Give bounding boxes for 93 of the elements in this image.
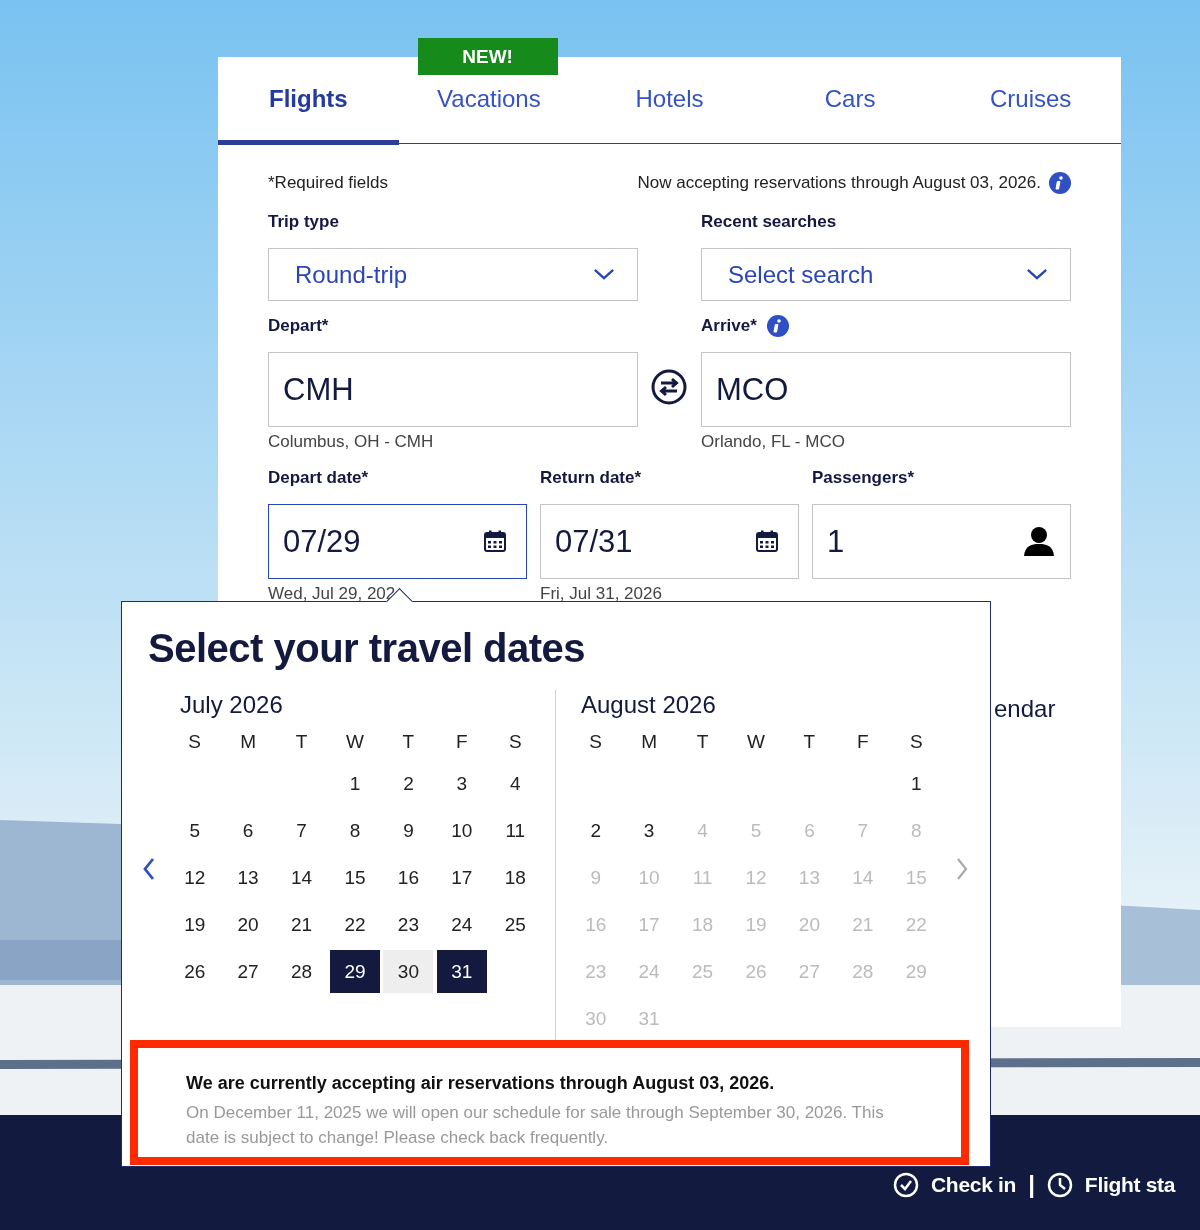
weekday-label: S (507, 730, 523, 753)
field-label: Depart date* (268, 467, 369, 489)
month-title: August 2026 (580, 690, 717, 720)
calendar-day[interactable]: 2 (570, 809, 621, 852)
calendar-day[interactable]: 18 (490, 856, 541, 899)
depart-field[interactable]: CMH (268, 352, 638, 427)
dialog-title: Select your travel dates (148, 625, 587, 672)
calendar-day[interactable]: 5 (169, 809, 220, 852)
weekday-label: W (746, 730, 766, 753)
calendar-day[interactable]: 25 (490, 903, 541, 946)
tab[interactable]: Cruises (940, 76, 1121, 145)
tab[interactable]: Hotels (579, 76, 760, 145)
calendar-day[interactable]: 9 (383, 809, 434, 852)
date-hint: Fri, Jul 31, 2026 (540, 584, 662, 603)
calendar-day[interactable]: 19 (169, 903, 220, 946)
clock-icon (1046, 1172, 1073, 1198)
weekday-label: S (588, 730, 604, 753)
calendar-day[interactable]: 27 (223, 950, 274, 993)
weekday-label: F (455, 730, 469, 753)
calendar-day[interactable]: 4 (490, 762, 541, 805)
calendar-day[interactable]: 13 (223, 856, 274, 899)
calendar-day[interactable]: 8 (330, 809, 380, 852)
weekday-label: W (345, 730, 365, 753)
chevron-down-icon (1026, 268, 1048, 281)
new-badge: NEW! (417, 38, 558, 75)
calendar-day[interactable]: 3 (436, 762, 487, 805)
depart-date-field[interactable]: 07/29 (268, 504, 527, 579)
field-label: Depart* (268, 315, 329, 337)
alert-title: We are currently accepting air reservations through August 03, 2026. (186, 1072, 776, 1095)
calendar-day[interactable]: 7 (276, 809, 327, 852)
month-title: July 2026 (179, 690, 284, 720)
calendar-day[interactable]: 15 (330, 856, 380, 899)
calendar-day[interactable]: 31 (436, 950, 487, 993)
weekday-label: T (401, 730, 416, 753)
info-icon[interactable] (766, 315, 789, 337)
calendar-day[interactable]: 3 (624, 809, 675, 852)
tab[interactable]: Vacations (398, 76, 580, 145)
calendar-day[interactable]: 2 (383, 762, 434, 805)
weekday-label: S (908, 730, 924, 753)
weekday-label: T (294, 730, 309, 753)
footer-link[interactable]: Check in (931, 1173, 1017, 1197)
calendar-day[interactable]: 10 (436, 809, 487, 852)
field-label: Trip type (268, 211, 339, 233)
weekday-label: T (802, 730, 817, 753)
calendar-day[interactable]: 17 (436, 856, 487, 899)
person-icon (1023, 525, 1055, 557)
separator: | (1028, 1170, 1035, 1200)
tab[interactable]: Cars (759, 76, 941, 145)
reservation-notice: Now accepting reservations through August 03, 2026. (637, 173, 1041, 193)
weekday-label: S (187, 730, 203, 753)
trip-type-select[interactable]: Round-trip (268, 248, 638, 301)
calendar-day[interactable]: 12 (169, 856, 220, 899)
swap-icon[interactable] (651, 369, 687, 405)
field-label: Return date* (540, 467, 642, 489)
airport-hint: Orlando, FL - MCO (701, 432, 845, 451)
calendar-icon[interactable] (755, 529, 779, 553)
alert-text: On December 11, 2025 we will open our schedule for sale through September 30, 2026. This date is subject to change! Please check back frequently. (186, 1102, 885, 1149)
footer-link[interactable]: Flight sta (1084, 1173, 1176, 1197)
calendar-day[interactable]: 11 (490, 809, 541, 852)
field-label: Arrive* (701, 315, 757, 337)
weekday-label: M (640, 730, 659, 753)
arrive-field[interactable]: MCO (701, 352, 1071, 427)
calendar-day[interactable]: 23 (383, 903, 434, 946)
calendar-day[interactable]: 6 (223, 809, 274, 852)
calendar-day[interactable]: 21 (276, 903, 327, 946)
calendar-day[interactable]: 1 (330, 762, 380, 805)
calendar-day[interactable]: 29 (330, 950, 380, 993)
date-hint: Wed, Jul 29, 202 (268, 584, 396, 603)
weekday-label: F (856, 730, 870, 753)
calendar-icon[interactable] (483, 529, 507, 553)
weekday-label: M (239, 730, 258, 753)
calendar-day[interactable]: 1 (891, 762, 942, 805)
weekday-label: T (695, 730, 710, 753)
required-note: *Required fields (268, 173, 388, 193)
return-date-field[interactable]: 07/31 (540, 504, 799, 579)
field-label: Recent searches (701, 211, 837, 233)
calendar-link[interactable]: endar (994, 695, 1056, 723)
chevron-down-icon (593, 268, 615, 281)
tab[interactable]: Flights (218, 76, 399, 145)
calendar-day[interactable]: 24 (436, 903, 487, 946)
info-icon[interactable] (1049, 172, 1071, 194)
calendar-day[interactable]: 20 (223, 903, 274, 946)
recent-searches-select[interactable]: Select search (701, 248, 1071, 301)
check-circle-icon (893, 1172, 919, 1198)
passengers-field[interactable]: 1 (812, 504, 1071, 579)
airport-hint: Columbus, OH - CMH (268, 432, 434, 451)
calendar-day[interactable]: 22 (330, 903, 380, 946)
field-label: Passengers* (812, 467, 915, 489)
calendar-day[interactable]: 14 (276, 856, 327, 899)
calendar-day[interactable]: 30 (383, 950, 434, 993)
calendar-day[interactable]: 28 (276, 950, 327, 993)
calendar-day[interactable]: 26 (169, 950, 220, 993)
calendar-day[interactable]: 16 (383, 856, 434, 899)
